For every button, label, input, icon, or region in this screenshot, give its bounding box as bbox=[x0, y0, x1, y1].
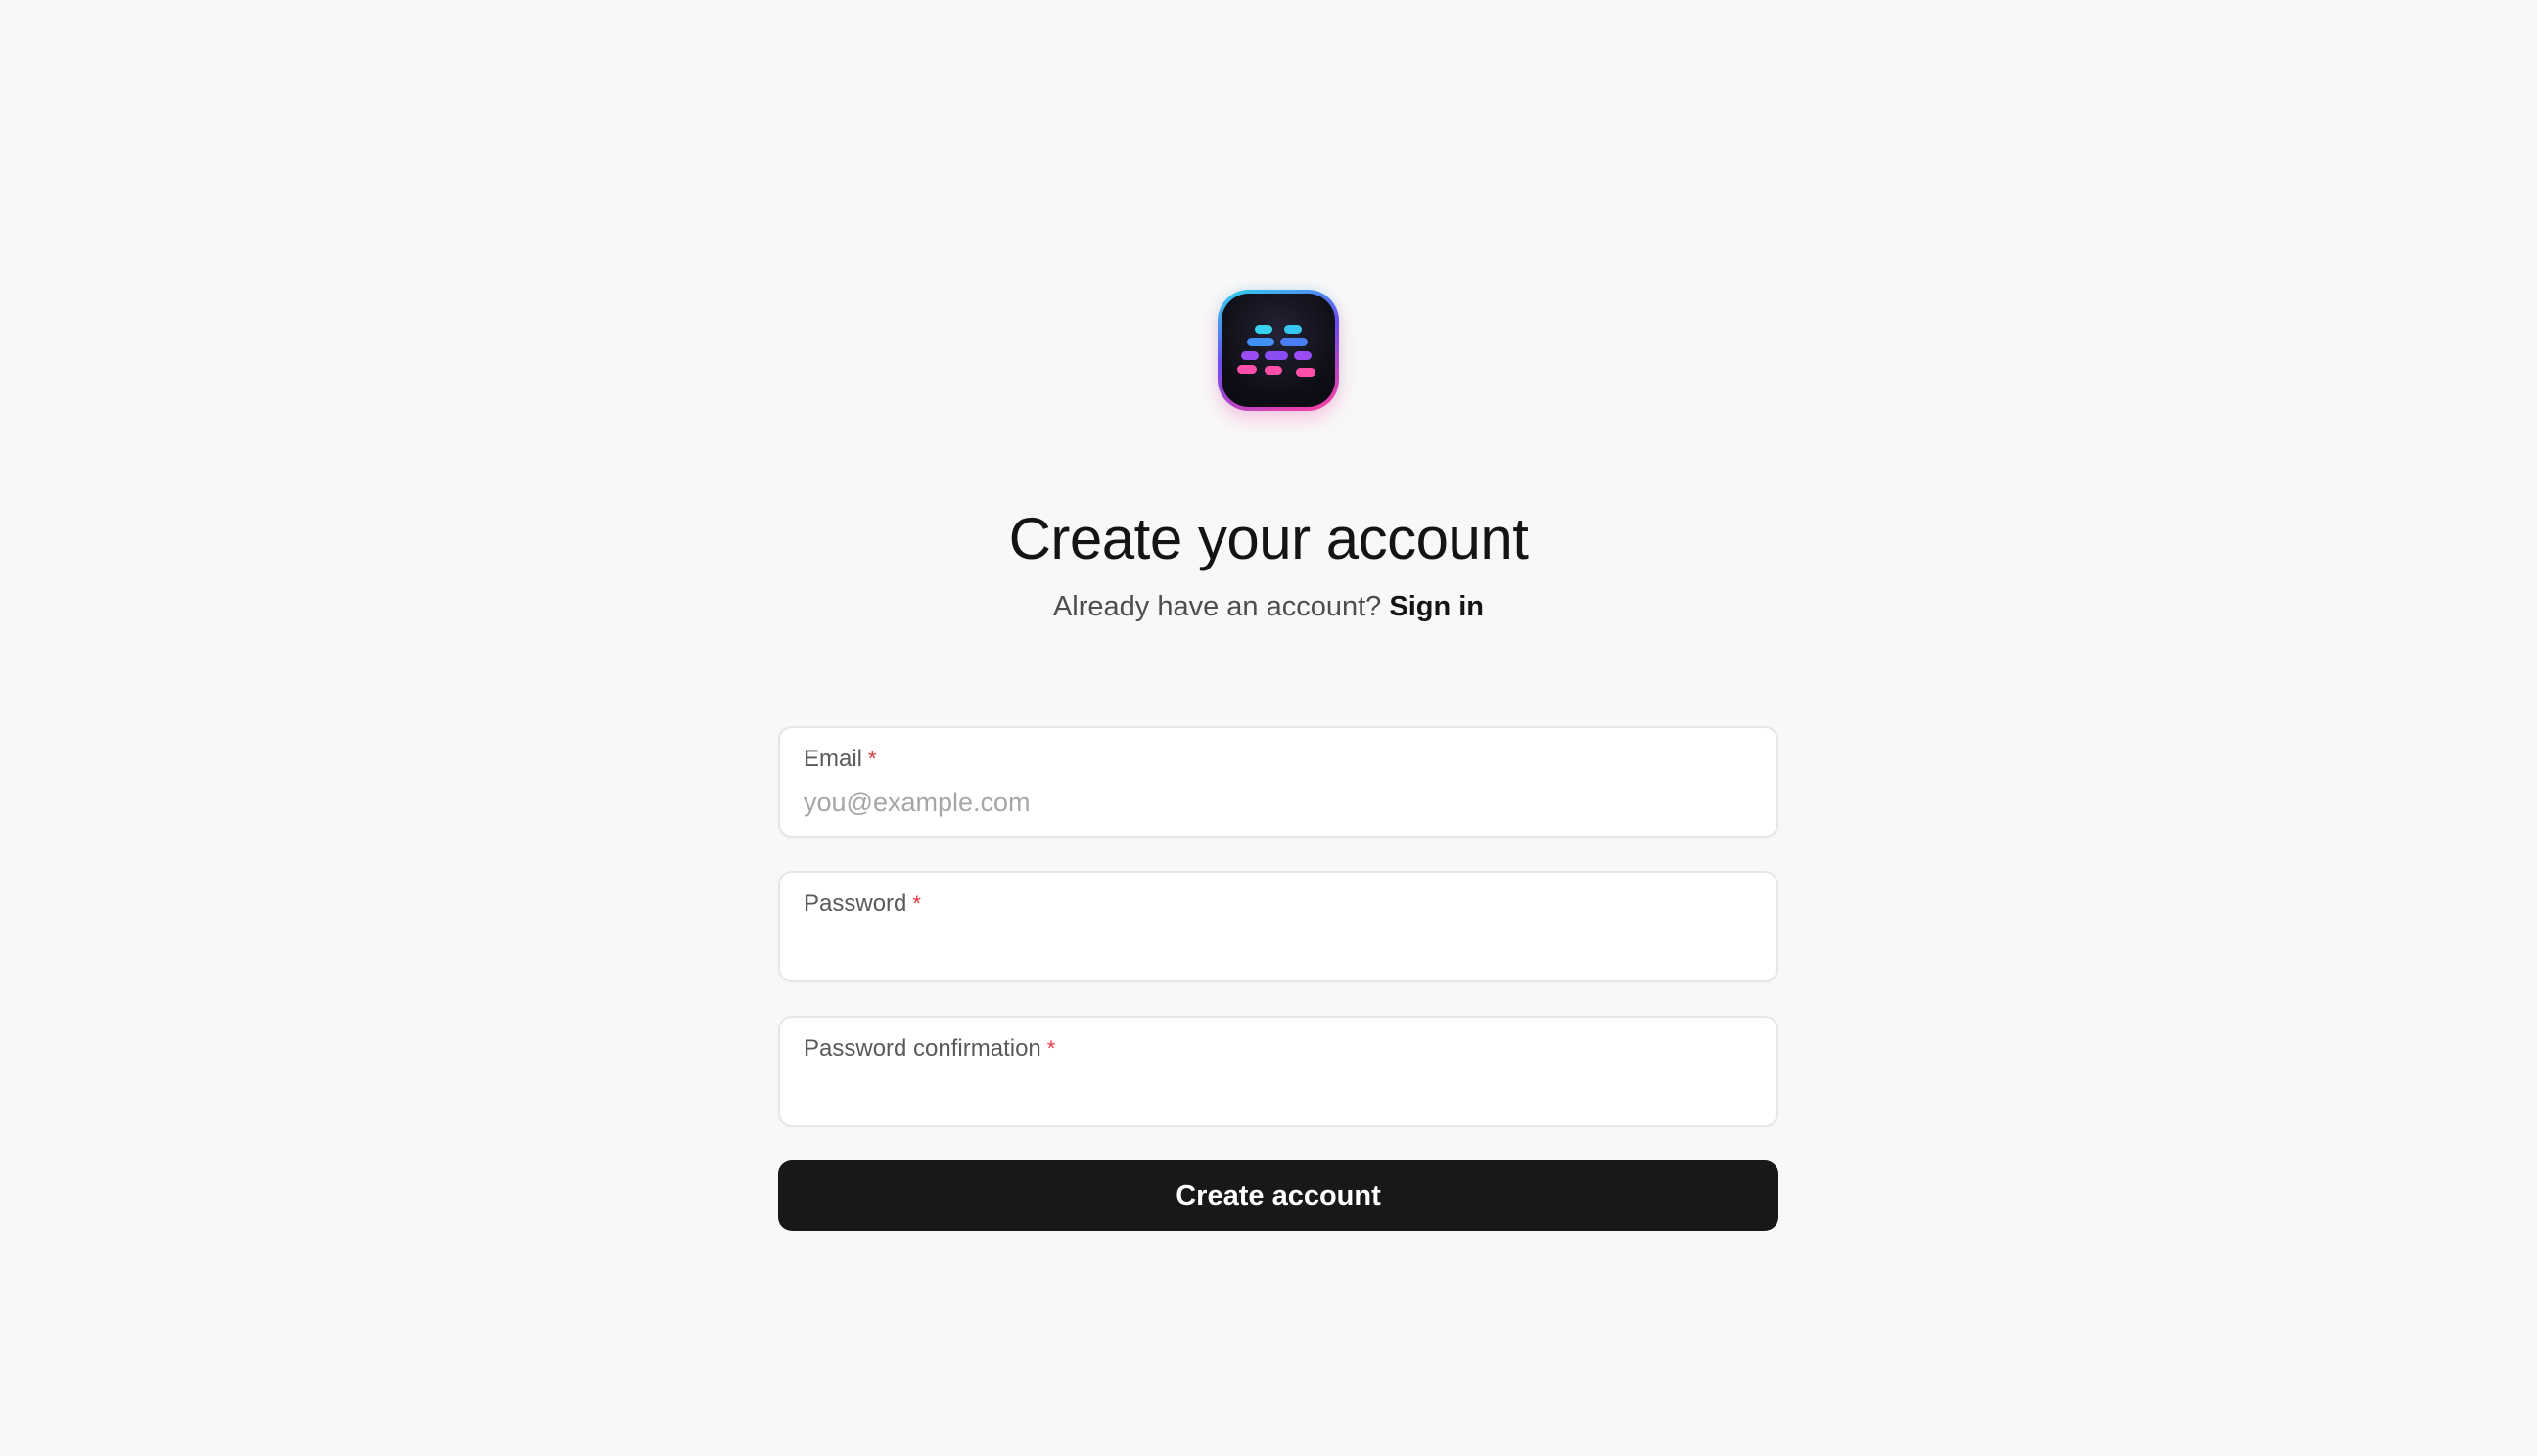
sign-in-prompt-text: Already have an account? bbox=[1052, 591, 1382, 622]
create-account-button[interactable]: Create account bbox=[778, 1160, 1778, 1231]
app-logo-icon bbox=[1218, 290, 1339, 411]
signup-page: Create your account Already have an acco… bbox=[0, 0, 2537, 1456]
email-field[interactable]: Email * bbox=[778, 726, 1778, 838]
password-confirmation-field[interactable]: Password confirmation * bbox=[778, 1016, 1778, 1127]
password-confirmation-label: Password confirmation * bbox=[804, 1035, 1055, 1063]
email-label-text: Email bbox=[804, 746, 863, 772]
password-confirmation-input[interactable] bbox=[804, 1072, 1743, 1112]
password-confirmation-label-text: Password confirmation bbox=[804, 1035, 1041, 1062]
email-label: Email * bbox=[804, 746, 877, 773]
logo-bars-icon bbox=[1237, 325, 1315, 377]
email-input[interactable] bbox=[804, 783, 1743, 822]
sign-in-prompt: Already have an account? Sign in bbox=[0, 591, 2537, 623]
page-title: Create your account bbox=[1008, 506, 1529, 571]
password-field[interactable]: Password * bbox=[778, 871, 1778, 982]
password-confirmation-required-mark: * bbox=[1046, 1036, 1056, 1061]
password-input[interactable] bbox=[804, 928, 1743, 967]
email-required-mark: * bbox=[868, 747, 877, 771]
password-label: Password * bbox=[804, 890, 921, 918]
sign-in-link[interactable]: Sign in bbox=[1389, 591, 1484, 622]
password-required-mark: * bbox=[912, 891, 921, 916]
password-label-text: Password bbox=[804, 890, 907, 917]
